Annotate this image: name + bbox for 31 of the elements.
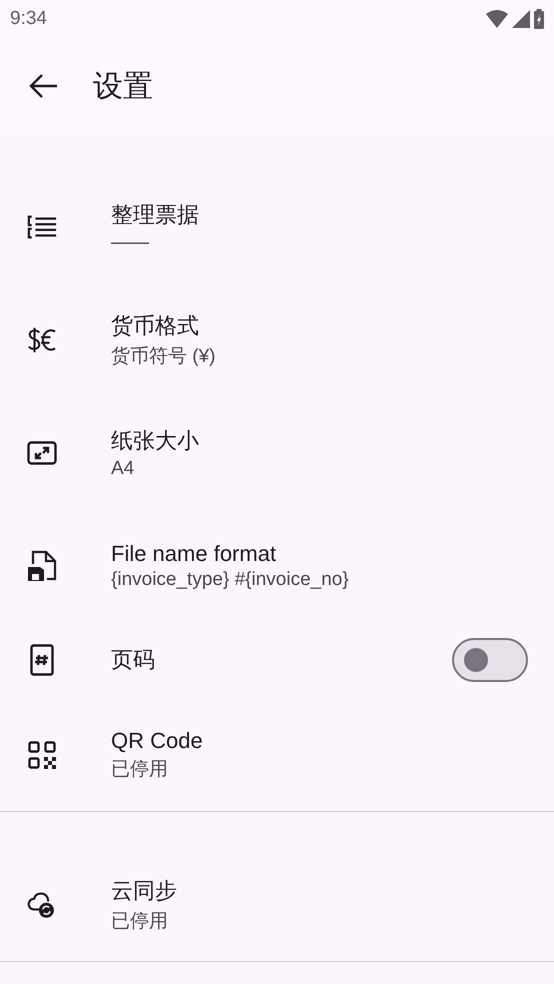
setting-title: 整理票据 [111, 200, 200, 228]
cloud-sync-icon [27, 890, 57, 920]
setting-title: File name format [111, 540, 278, 566]
qr-code-icon [28, 740, 56, 768]
file-save-icon [27, 550, 57, 582]
setting-title: 货币格式 [111, 312, 200, 340]
wifi-icon [486, 10, 508, 28]
setting-value: 已停用 [111, 910, 169, 934]
setting-value: {invoice_type} #{invoice_no} [111, 568, 350, 590]
resize-icon [27, 440, 57, 464]
page-number-icon [30, 644, 54, 676]
setting-value: 已停用 [111, 758, 169, 782]
toggle-switch[interactable] [452, 638, 528, 682]
settings-item[interactable]: 纸张大小 A4 [0, 396, 554, 509]
setting-title: 纸张大小 [111, 426, 200, 454]
battery-icon [534, 9, 544, 29]
setting-value: 货币符号 (¥) [111, 344, 216, 368]
status-time: 9:34 [10, 8, 47, 30]
setting-value: —— [111, 232, 150, 254]
setting-value: A4 [111, 458, 136, 480]
settings-item[interactable]: 货币格式 货币符号 (¥) [0, 283, 554, 396]
list-icon [27, 212, 57, 240]
settings-item[interactable]: QR Code 已停用 [0, 698, 554, 811]
settings-item[interactable]: 整理票据 —— [0, 170, 554, 283]
setting-title: QR Code [111, 728, 204, 754]
setting-title: 云同步 [111, 876, 178, 904]
page-title: 设置 [93, 68, 153, 104]
signal-icon [512, 10, 530, 28]
settings-item[interactable]: File name format {invoice_type} #{invoice_no} [0, 509, 554, 622]
setting-title: 页码 [111, 646, 156, 674]
settings-item[interactable]: 云同步 已停用 [0, 848, 554, 961]
